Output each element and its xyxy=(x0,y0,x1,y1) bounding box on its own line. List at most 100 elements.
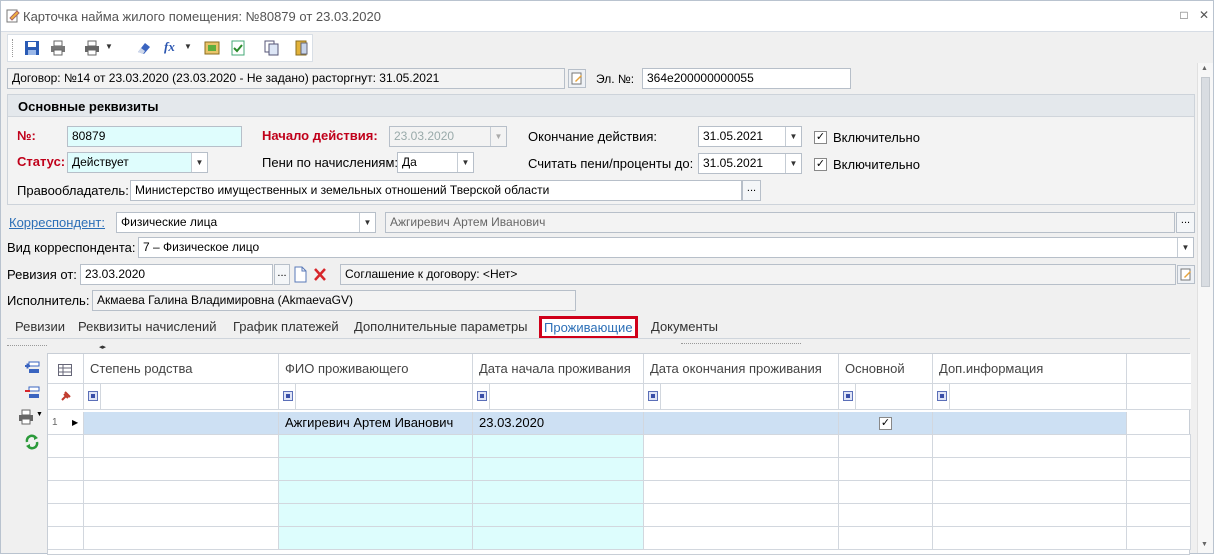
filter-end-input[interactable] xyxy=(661,384,839,410)
book-green-icon[interactable] xyxy=(204,40,220,56)
toolbar-grip[interactable] xyxy=(12,39,15,57)
end-date-dropdown-icon[interactable]: ▼ xyxy=(785,127,801,146)
filter-main[interactable] xyxy=(839,384,856,410)
cell-info[interactable] xyxy=(933,412,1127,435)
scroll-down-icon[interactable]: ▼ xyxy=(1201,541,1208,548)
eraser-icon[interactable] xyxy=(136,40,152,56)
doc-check-icon[interactable] xyxy=(230,40,246,56)
column-header-relation[interactable]: Степень родства xyxy=(84,354,279,384)
splitter-left[interactable] xyxy=(7,345,47,349)
empty-cell xyxy=(839,458,933,481)
correspondent-type-field[interactable]: Физические лица ▼ xyxy=(116,212,376,233)
tab-payment-schedule[interactable]: График платежей xyxy=(233,319,339,334)
close-button[interactable]: ✕ xyxy=(1196,7,1212,23)
tab-residents[interactable]: Проживающие xyxy=(539,316,638,339)
grid-print-icon[interactable] xyxy=(18,409,34,425)
status-dropdown-icon[interactable]: ▼ xyxy=(191,153,207,172)
owner-field[interactable]: Министерство имущественных и земельных о… xyxy=(130,180,742,201)
empty-cell xyxy=(473,527,644,550)
revision-select-button[interactable]: ... xyxy=(274,264,290,285)
filter-relation-input[interactable] xyxy=(101,384,279,410)
scroll-up-icon[interactable]: ▲ xyxy=(1201,65,1208,72)
delete-icon[interactable] xyxy=(312,266,328,283)
exit-icon[interactable] xyxy=(294,40,310,56)
kind-field[interactable]: 7 – Физическое лицо ▼ xyxy=(138,237,1194,258)
filter-fio-input[interactable] xyxy=(296,384,473,410)
end-date-field[interactable]: 31.05.2021 ▼ xyxy=(698,126,802,147)
splitter-arrows-icon[interactable]: ◂▸ xyxy=(99,343,106,351)
print-icon[interactable] xyxy=(50,40,66,56)
correspondent-select-button[interactable]: ... xyxy=(1176,212,1195,233)
calc-inclusive-checkbox[interactable]: ✓ xyxy=(814,158,827,171)
filter-start[interactable] xyxy=(473,384,490,410)
splitter-right[interactable] xyxy=(681,343,801,347)
tab-documents[interactable]: Документы xyxy=(651,319,718,334)
cell-end[interactable] xyxy=(644,412,839,435)
filter-info-input[interactable] xyxy=(950,384,1127,410)
filter-info[interactable] xyxy=(933,384,950,410)
start-date-dropdown-icon[interactable]: ▼ xyxy=(490,127,506,146)
filter-relation[interactable] xyxy=(84,384,101,410)
print-preview-icon[interactable] xyxy=(84,40,100,56)
calc-until-dropdown-icon[interactable]: ▼ xyxy=(785,154,801,173)
column-header-info[interactable]: Доп.информация xyxy=(933,354,1127,384)
refresh-icon[interactable] xyxy=(24,434,40,450)
cell-relation[interactable] xyxy=(84,412,279,435)
kind-dropdown-icon[interactable]: ▼ xyxy=(1177,238,1193,257)
cell-fio[interactable]: Ажгиревич Артем Иванович xyxy=(279,412,473,435)
copy-icon[interactable] xyxy=(264,40,280,56)
new-document-icon[interactable] xyxy=(292,266,308,283)
column-header-start[interactable]: Дата начала проживания xyxy=(473,354,644,384)
agreement-field: Соглашение к договору: <Нет> xyxy=(340,264,1176,285)
owner-select-button[interactable]: ... xyxy=(742,180,761,201)
cell-start[interactable]: 23.03.2020 xyxy=(473,412,644,435)
group-title: Основные реквизиты xyxy=(18,99,159,114)
peni-field[interactable]: Да ▼ xyxy=(397,152,474,173)
empty-cell xyxy=(279,481,473,504)
correspondent-type-dropdown-icon[interactable]: ▼ xyxy=(359,213,375,232)
edit-contract-icon[interactable] xyxy=(568,69,586,88)
table-row[interactable]: 1 ▶ Ажгиревич Артем Иванович 23.03.2020 ✓ xyxy=(48,412,1191,435)
el-number-field[interactable]: 364e200000000055 xyxy=(642,68,851,89)
formula-dropdown-icon[interactable]: ▼ xyxy=(184,42,192,51)
calc-until-field[interactable]: 31.05.2021 ▼ xyxy=(698,153,802,174)
filter-fio[interactable] xyxy=(279,384,296,410)
scroll-thumb[interactable] xyxy=(1201,77,1210,287)
tab-extra-params[interactable]: Дополнительные параметры xyxy=(354,319,528,334)
delete-row-icon[interactable] xyxy=(24,385,40,401)
main-checkbox[interactable]: ✓ xyxy=(879,417,892,430)
start-date-field[interactable]: 23.03.2020 ▼ xyxy=(389,126,507,147)
print-dropdown-icon[interactable]: ▼ xyxy=(105,42,113,51)
formula-icon[interactable]: fx xyxy=(164,39,175,55)
tab-accrual-details[interactable]: Реквизиты начислений xyxy=(78,319,217,334)
add-row-icon[interactable] xyxy=(24,360,40,376)
filter-main-input[interactable] xyxy=(856,384,933,410)
save-icon[interactable] xyxy=(24,40,40,56)
number-field[interactable]: 80879 xyxy=(67,126,242,147)
tab-revisions[interactable]: Ревизии xyxy=(15,319,65,334)
empty-cell xyxy=(84,481,279,504)
status-field[interactable]: Действует ▼ xyxy=(67,152,208,173)
grid-print-dropdown-icon[interactable]: ▼ xyxy=(36,411,43,418)
peni-dropdown-icon[interactable]: ▼ xyxy=(457,153,473,172)
cell-main[interactable]: ✓ xyxy=(839,412,933,435)
filter-start-input[interactable] xyxy=(490,384,644,410)
edit-agreement-icon[interactable] xyxy=(1177,265,1195,284)
empty-cell xyxy=(279,504,473,527)
column-header-end[interactable]: Дата окончания проживания xyxy=(644,354,839,384)
vertical-scrollbar[interactable]: ▲ ▼ xyxy=(1197,63,1213,553)
calc-until-value: 31.05.2021 xyxy=(703,156,764,170)
empty-cell xyxy=(48,527,84,550)
restore-button[interactable]: □ xyxy=(1176,7,1192,23)
status-label: Статус: xyxy=(17,154,66,169)
column-header-fio[interactable]: ФИО проживающего xyxy=(279,354,473,384)
filter-row-pin[interactable] xyxy=(48,384,84,410)
correspondent-type-value: Физические лица xyxy=(121,215,218,229)
filter-end[interactable] xyxy=(644,384,661,410)
end-inclusive-checkbox[interactable]: ✓ xyxy=(814,131,827,144)
column-header-main[interactable]: Основной xyxy=(839,354,933,384)
revision-field[interactable]: 23.03.2020 xyxy=(80,264,273,285)
correspondent-link[interactable]: Корреспондент: xyxy=(9,215,105,231)
column-header-filler xyxy=(1127,354,1191,384)
grid-column-chooser-icon[interactable] xyxy=(48,354,84,384)
